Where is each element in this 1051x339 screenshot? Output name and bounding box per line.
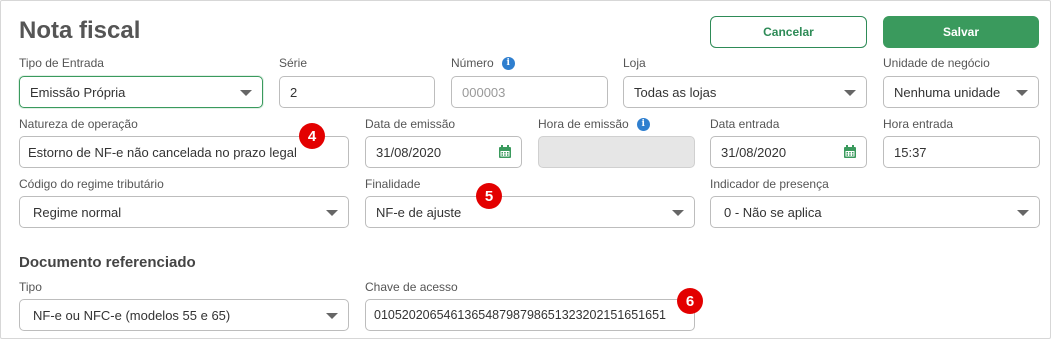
presenca-label: Indicador de presença (710, 177, 829, 191)
marker-6: 6 (677, 288, 703, 314)
natureza-label: Natureza de operação (19, 117, 138, 131)
presenca-select[interactable]: 0 - Não se aplica (710, 196, 1040, 228)
save-button[interactable]: Salvar (883, 16, 1039, 48)
chevron-down-icon (672, 210, 684, 216)
hora-entrada-value: 15:37 (894, 144, 927, 160)
hora-entrada-label: Hora entrada (883, 117, 954, 131)
numero-label-text: Número (451, 56, 494, 70)
tipo-entrada-value: Emissão Própria (30, 84, 126, 100)
tipo-entrada-label: Tipo de Entrada (19, 56, 104, 70)
finalidade-value: NF-e de ajuste (376, 204, 462, 220)
info-icon[interactable]: i (636, 117, 650, 131)
chevron-down-icon (326, 313, 338, 319)
unidade-value: Nenhuma unidade (894, 84, 1001, 100)
marker-4: 4 (299, 123, 325, 149)
regime-label: Código do regime tributário (19, 177, 164, 191)
chave-label: Chave de acesso (365, 280, 458, 294)
section-heading: Documento referenciado (19, 254, 196, 271)
tipo-entrada-select[interactable]: Emissão Própria (19, 76, 263, 108)
finalidade-select[interactable]: NF-e de ajuste (365, 196, 695, 228)
regime-value: Regime normal (33, 204, 122, 220)
loja-select[interactable]: Todas as lojas (623, 76, 867, 108)
hora-emissao-label-text: Hora de emissão (538, 117, 629, 131)
data-emissao-label: Data de emissão (365, 117, 456, 131)
page-title: Nota fiscal (19, 17, 141, 44)
calendar-icon[interactable] (498, 145, 512, 159)
doc-tipo-select[interactable]: NF-e ou NFC-e (modelos 55 e 65) (19, 299, 349, 331)
calendar-icon[interactable] (843, 145, 857, 159)
chevron-down-icon (240, 90, 252, 96)
data-entrada-label: Data entrada (710, 117, 780, 131)
serie-input[interactable]: 2 (279, 76, 435, 108)
chave-value: 0105202065461365487987986513232021516516… (374, 308, 666, 322)
unidade-label: Unidade de negócio (883, 56, 990, 70)
regime-select[interactable]: Regime normal (19, 196, 349, 228)
chevron-down-icon (326, 210, 338, 216)
chevron-down-icon (1017, 210, 1029, 216)
unidade-select[interactable]: Nenhuma unidade (883, 76, 1039, 108)
hora-emissao-label: Hora de emissão i (538, 117, 650, 131)
loja-value: Todas as lojas (634, 84, 717, 100)
doc-tipo-value: NF-e ou NFC-e (modelos 55 e 65) (33, 307, 231, 323)
form-panel: Nota fiscal Cancelar Salvar Tipo de Entr… (0, 0, 1051, 339)
finalidade-label: Finalidade (365, 177, 421, 191)
natureza-value: Estorno de NF-e não cancelada no prazo l… (28, 144, 297, 160)
cancel-button[interactable]: Cancelar (710, 16, 867, 48)
chevron-down-icon (1016, 90, 1028, 96)
serie-label: Série (279, 56, 308, 70)
data-entrada-input[interactable]: 31/08/2020 (710, 136, 867, 168)
info-icon[interactable]: i (501, 56, 515, 70)
numero-placeholder: 000003 (462, 84, 506, 100)
data-entrada-value: 31/08/2020 (721, 144, 787, 160)
data-emissao-value: 31/08/2020 (376, 144, 442, 160)
hora-entrada-input[interactable]: 15:37 (883, 136, 1040, 168)
data-emissao-input[interactable]: 31/08/2020 (365, 136, 522, 168)
doc-tipo-label: Tipo (19, 280, 42, 294)
numero-input[interactable]: 000003 (451, 76, 608, 108)
presenca-value: 0 - Não se aplica (724, 204, 822, 220)
marker-5: 5 (476, 183, 502, 209)
chevron-down-icon (844, 90, 856, 96)
hora-emissao-input (538, 136, 695, 168)
numero-label: Número i (451, 56, 515, 70)
serie-value: 2 (290, 84, 298, 100)
chave-input[interactable]: 0105202065461365487987986513232021516516… (365, 299, 695, 331)
loja-label: Loja (623, 56, 646, 70)
